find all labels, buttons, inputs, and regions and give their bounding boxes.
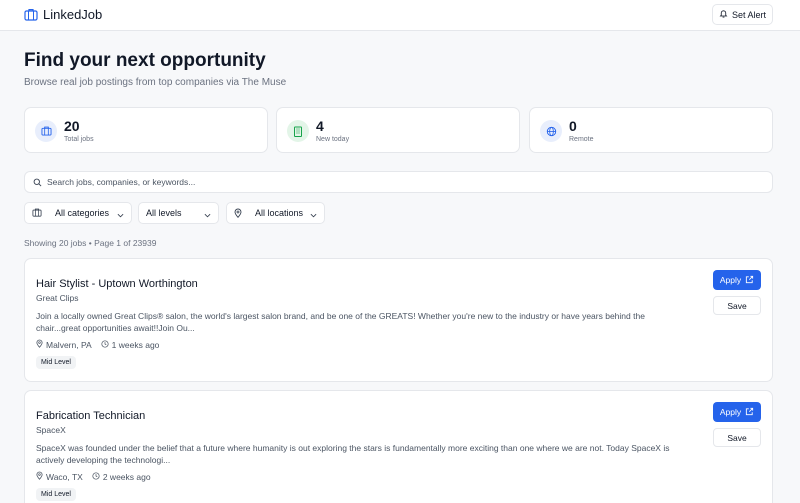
app-logo[interactable]: LinkedJob — [24, 7, 102, 22]
level-filter-value: All levels — [146, 208, 182, 218]
set-alert-label: Set Alert — [731, 9, 767, 20]
job-posted: 2 weeks ago — [92, 472, 151, 482]
globe-icon — [540, 120, 562, 142]
save-button[interactable]: Save — [713, 428, 761, 447]
apply-label: Apply — [719, 407, 742, 417]
stat-card-remote: 0 Remote — [529, 107, 773, 153]
job-location: Malvern, PA — [36, 339, 92, 350]
location-filter-value: All locations — [255, 208, 304, 218]
stat-label: New today — [316, 136, 350, 143]
set-alert-button[interactable]: Set Alert — [712, 4, 773, 25]
clock-icon — [92, 471, 100, 482]
job-company: SpaceX — [36, 425, 66, 435]
level-badge: Mid Level — [36, 356, 76, 369]
apply-button[interactable]: Apply — [713, 402, 761, 422]
results-summary: Showing 20 jobs • Page 1 of 23939 — [24, 238, 157, 248]
stat-value: 4 — [316, 118, 324, 134]
job-meta: Waco, TX 2 weeks ago — [36, 471, 160, 482]
briefcase-icon — [24, 8, 38, 21]
job-meta: Malvern, PA 1 weeks ago — [36, 339, 168, 350]
external-link-icon — [745, 407, 754, 418]
stat-value: 0 — [569, 118, 577, 134]
app-name: LinkedJob — [43, 7, 103, 22]
page-subtitle: Browse real job postings from top compan… — [24, 77, 287, 88]
job-posted-text: 2 weeks ago — [102, 471, 151, 482]
job-posted: 1 weeks ago — [101, 339, 160, 350]
job-company: Great Clips — [36, 293, 79, 303]
stat-card-total-jobs: 20 Total jobs — [24, 107, 268, 153]
job-card[interactable]: Hair Stylist - Uptown Worthington Great … — [24, 258, 773, 382]
external-link-icon — [745, 275, 754, 286]
stat-card-new-today: 4 New today — [276, 107, 520, 153]
page-title: Find your next opportunity — [24, 50, 266, 71]
map-pin-icon — [36, 471, 43, 482]
stat-label: Remote — [569, 136, 594, 143]
job-description: Join a locally owned Great Clips® salon,… — [36, 311, 645, 333]
level-badge: Mid Level — [36, 488, 76, 501]
job-title[interactable]: Fabrication Technician — [36, 410, 145, 422]
job-location: Waco, TX — [36, 471, 83, 482]
clock-icon — [101, 339, 109, 350]
chevron-down-icon — [204, 210, 211, 220]
job-title[interactable]: Hair Stylist - Uptown Worthington — [36, 278, 198, 290]
chevron-down-icon — [310, 210, 317, 220]
job-location-text: Waco, TX — [46, 471, 83, 482]
briefcase-icon — [35, 120, 57, 142]
location-filter-select[interactable]: All locations — [226, 202, 325, 224]
job-location-text: Malvern, PA — [46, 339, 92, 350]
apply-label: Apply — [719, 275, 742, 285]
stat-label: Total jobs — [64, 136, 94, 143]
chevron-down-icon — [117, 210, 124, 220]
search-bar — [24, 171, 773, 193]
category-filter-select[interactable]: All categories — [24, 202, 132, 224]
search-input[interactable] — [47, 174, 747, 190]
job-description: SpaceX was founded under the belief that… — [36, 443, 670, 465]
category-filter-value: All categories — [55, 208, 110, 218]
save-button[interactable]: Save — [713, 296, 761, 315]
briefcase-icon — [32, 208, 42, 219]
apply-button[interactable]: Apply — [713, 270, 761, 290]
level-filter-select[interactable]: All levels — [138, 202, 219, 224]
map-pin-icon — [36, 339, 43, 350]
top-navigation-bar: LinkedJob Set Alert — [0, 0, 800, 31]
building-icon — [287, 120, 309, 142]
job-card[interactable]: Fabrication Technician SpaceX SpaceX was… — [24, 390, 773, 503]
bell-icon — [719, 9, 728, 20]
map-pin-icon — [234, 208, 242, 220]
stat-value: 20 — [64, 118, 80, 134]
job-posted-text: 1 weeks ago — [111, 339, 160, 350]
